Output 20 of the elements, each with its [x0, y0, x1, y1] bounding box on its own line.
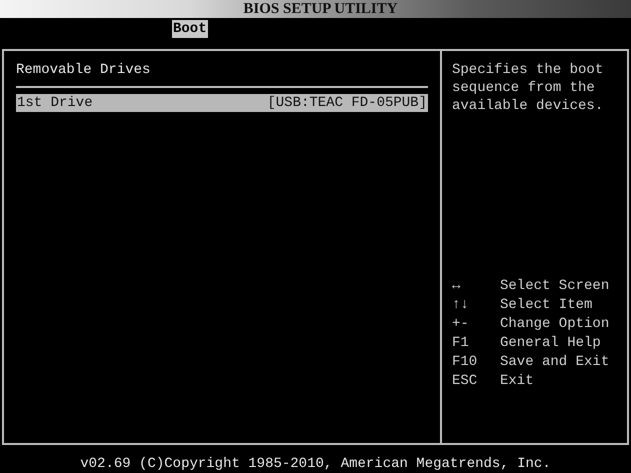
key-label: ↑↓ — [452, 296, 470, 314]
key-action: Save and Exit — [500, 353, 610, 371]
key-action: Select Item — [500, 296, 594, 314]
key-label: F1 — [452, 334, 470, 352]
key-label: ESC — [452, 372, 478, 390]
key-label: ↔ — [452, 277, 462, 295]
key-action: Exit — [500, 372, 535, 390]
help-description: Specifies the boot sequence from the available devices. — [452, 61, 604, 115]
menu-tab[interactable]: Boot — [172, 20, 208, 38]
option-value: [USB:TEAC FD-05PUB] — [267, 94, 427, 112]
window-title: BIOS SETUP UTILITY — [243, 0, 398, 18]
key-action: Change Option — [500, 315, 610, 333]
section-heading: Removable Drives — [16, 61, 152, 80]
copyright-text: v02.69 (C)Copyright 1985-2010, American Megatrends, Inc. — [79, 455, 552, 473]
key-label: +- — [452, 315, 470, 333]
option-label: 1st Drive — [17, 94, 93, 112]
key-action: General Help — [500, 334, 602, 352]
key-label: F10 — [452, 353, 478, 371]
boot-option-row[interactable]: 1st Drive [USB:TEAC FD-05PUB] — [16, 94, 428, 112]
key-action: Select Screen — [500, 277, 610, 295]
